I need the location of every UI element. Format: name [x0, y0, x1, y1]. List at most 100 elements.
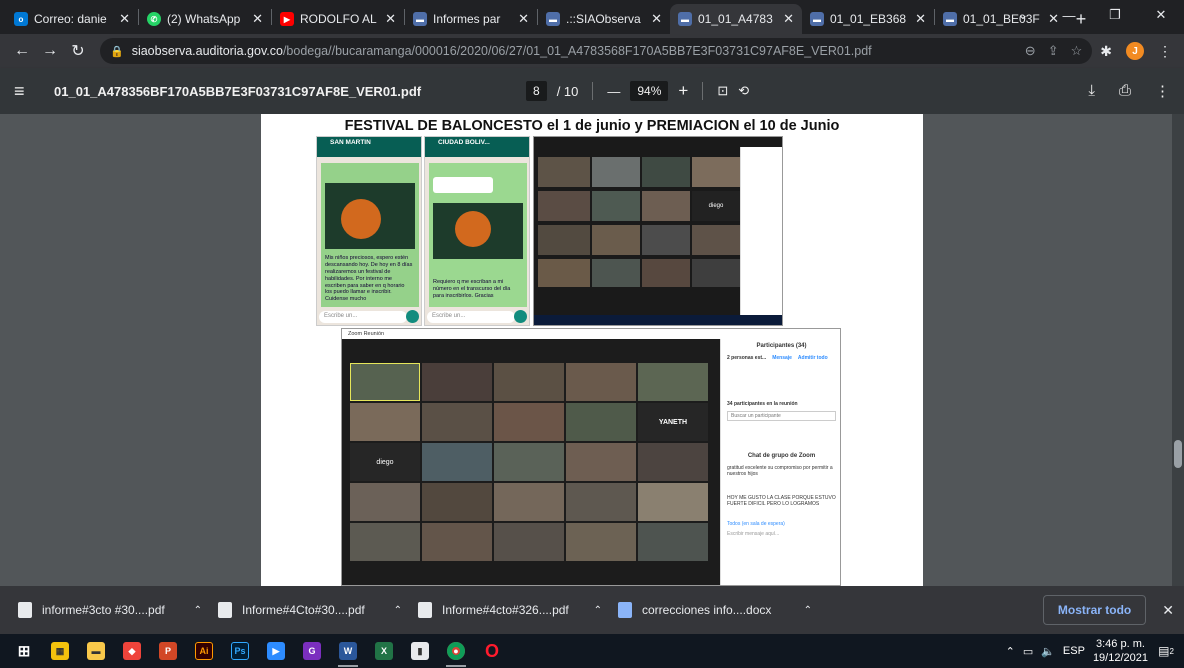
sia-icon: ▬: [413, 12, 427, 26]
basketball-image: [341, 199, 381, 239]
send-to-select: Todos (en sala de espera): [727, 521, 785, 527]
download-icon[interactable]: ⤓: [1088, 82, 1095, 100]
windows-taskbar: ⊞ ▦ ▬ ◆ P Ai Ps ▶ G W X ▮ ● O ⌃ ▭ 🔈 ESP …: [0, 634, 1184, 668]
tab-whatsapp[interactable]: ✆ (2) WhatsApp ✕: [139, 4, 271, 34]
excel-icon[interactable]: X: [366, 634, 402, 668]
download-item[interactable]: informe#3cto #30....pdf ⌃: [10, 592, 210, 628]
clock[interactable]: 3:46 p. m. 19/12/2021: [1093, 637, 1148, 666]
word-icon[interactable]: W: [330, 634, 366, 668]
forward-icon[interactable]: →: [36, 42, 64, 60]
chevron-up-icon[interactable]: ⌃: [594, 605, 602, 616]
network-icon[interactable]: ▭: [1023, 645, 1033, 658]
chat-message: Requiero q me escriban a mi número en el…: [433, 279, 511, 299]
lock-icon[interactable]: 🔒: [110, 45, 124, 58]
volume-icon[interactable]: 🔈: [1041, 645, 1055, 658]
hamburger-menu-icon[interactable]: ≡: [14, 81, 54, 102]
close-icon[interactable]: ✕: [783, 11, 794, 27]
close-icon[interactable]: ✕: [651, 11, 662, 27]
chevron-up-icon[interactable]: ⌃: [194, 605, 202, 616]
notification-center-icon[interactable]: ▤ 2: [1156, 641, 1176, 661]
zoom-screenshot-2: Zoom Reunión YANETH diego Participantes …: [341, 328, 841, 586]
print-icon[interactable]: ⎙: [1119, 82, 1131, 100]
outlook-icon: o: [14, 12, 28, 26]
show-all-button[interactable]: Mostrar todo: [1042, 595, 1147, 625]
anydesk-icon[interactable]: ◆: [114, 634, 150, 668]
chat-line: gratitud excelente su compromiso por per…: [727, 465, 833, 477]
download-item[interactable]: Informe#4cto#326....pdf ⌃: [410, 592, 610, 628]
file-explorer-icon[interactable]: ▬: [78, 634, 114, 668]
browser-toolbar: ← → ↻ 🔒 siaobserva.auditoria.gov.co/bode…: [0, 34, 1184, 68]
zoom-out-button[interactable]: —: [607, 84, 620, 99]
language-indicator[interactable]: ESP: [1063, 645, 1085, 657]
powerpoint-icon[interactable]: P: [150, 634, 186, 668]
tab-siaobserva[interactable]: ▬ .::SIAObserva ✕: [538, 4, 670, 34]
chat-compose: Escribir mensaje aquí...: [727, 531, 780, 537]
close-icon[interactable]: ✕: [385, 11, 396, 27]
minimize-icon[interactable]: —: [1046, 0, 1092, 30]
whatsapp-icon: ✆: [147, 12, 161, 26]
chevron-up-icon[interactable]: ⌃: [394, 605, 402, 616]
download-item[interactable]: Informe#4Cto#30....pdf ⌃: [210, 592, 410, 628]
sia-icon: ▬: [678, 12, 692, 26]
scrollbar-thumb[interactable]: [1174, 440, 1182, 468]
zoom-window-title: Zoom Reunión: [342, 329, 840, 339]
pdf-app-icon[interactable]: G: [294, 634, 330, 668]
message-input: Escribe un...: [319, 311, 407, 323]
participant-tile-yaneth: YANETH: [638, 403, 708, 441]
back-icon[interactable]: ←: [8, 42, 36, 60]
vertical-scrollbar[interactable]: [1172, 114, 1184, 586]
zoom-screenshot-1: diego: [533, 136, 783, 326]
chevron-up-icon[interactable]: ⌃: [804, 605, 812, 616]
windows-start-icon[interactable]: ⊞: [6, 634, 42, 668]
tab-search-icon[interactable]: ⌄: [1000, 0, 1046, 30]
page-heading: FESTIVAL DE BALONCESTO el 1 de junio y P…: [344, 118, 840, 134]
zoom-icon[interactable]: ▶: [258, 634, 294, 668]
participant-tile-diego: diego: [692, 191, 740, 221]
address-bar[interactable]: 🔒 siaobserva.auditoria.gov.co/bodega//bu…: [100, 38, 1093, 64]
fit-page-icon[interactable]: ⊡: [717, 83, 728, 99]
store-icon[interactable]: ▦: [42, 634, 78, 668]
close-icon[interactable]: ✕: [252, 11, 263, 27]
illustrator-icon[interactable]: Ai: [186, 634, 222, 668]
show-hidden-icons[interactable]: ⌃: [1006, 645, 1015, 658]
close-shelf-icon[interactable]: ✕: [1162, 602, 1174, 619]
download-item[interactable]: correcciones info....docx ⌃: [610, 592, 820, 628]
pdf-viewer[interactable]: FESTIVAL DE BALONCESTO el 1 de junio y P…: [0, 114, 1184, 586]
page-number-input[interactable]: 8: [526, 81, 547, 101]
more-menu-icon[interactable]: ⋮: [1158, 43, 1172, 60]
tab-pdf-eb368[interactable]: ▬ 01_01_EB368 ✕: [802, 4, 934, 34]
zoom-icon[interactable]: ⊖: [1025, 43, 1036, 59]
youtube-icon: ▶: [280, 12, 294, 26]
close-icon[interactable]: ✕: [119, 11, 130, 27]
whatsapp-screenshot-1: SAN MARTIN Mis niños preciosos, espero e…: [316, 136, 422, 326]
zoom-in-button[interactable]: +: [678, 81, 688, 101]
tab-youtube[interactable]: ▶ RODOLFO AL ✕: [272, 4, 404, 34]
tab-pdf-a4783-active[interactable]: ▬ 01_01_A4783 ✕: [670, 4, 802, 34]
whatsapp-screenshot-2: CIUDAD BOLIV... Requiero q me escriban a…: [424, 136, 530, 326]
extensions-icon[interactable]: ✱: [1100, 43, 1112, 60]
reload-icon[interactable]: ↻: [64, 41, 92, 61]
document-icon[interactable]: ▮: [402, 634, 438, 668]
page-total: / 10: [556, 83, 579, 99]
tab-outlook[interactable]: o Correo: danie ✕: [6, 4, 138, 34]
tab-informes[interactable]: ▬ Informes par ✕: [405, 4, 537, 34]
chrome-icon[interactable]: ●: [438, 634, 474, 668]
contact-name: SAN MARTIN: [330, 139, 371, 146]
close-icon[interactable]: ✕: [915, 11, 926, 27]
close-icon[interactable]: ✕: [518, 11, 529, 27]
zoom-level-input[interactable]: 94%: [630, 81, 669, 101]
photoshop-icon[interactable]: Ps: [222, 634, 258, 668]
admit-all-link: Admitir todo: [797, 355, 828, 361]
word-file-icon: [618, 602, 632, 618]
chat-message: Mis niños preciosos, espero estén descan…: [325, 255, 413, 303]
bookmark-star-icon[interactable]: ☆: [1071, 43, 1083, 59]
chat-header: Chat de grupo de Zoom: [747, 453, 816, 459]
mic-icon: [406, 310, 419, 323]
opera-icon[interactable]: O: [474, 634, 510, 668]
profile-avatar[interactable]: J: [1126, 42, 1144, 60]
close-window-icon[interactable]: ✕: [1138, 0, 1184, 30]
pdf-more-icon[interactable]: ⋮: [1155, 82, 1170, 100]
restore-icon[interactable]: ❐: [1092, 0, 1138, 30]
rotate-icon[interactable]: ⟲: [738, 83, 749, 99]
share-icon[interactable]: ⇪: [1048, 43, 1059, 59]
